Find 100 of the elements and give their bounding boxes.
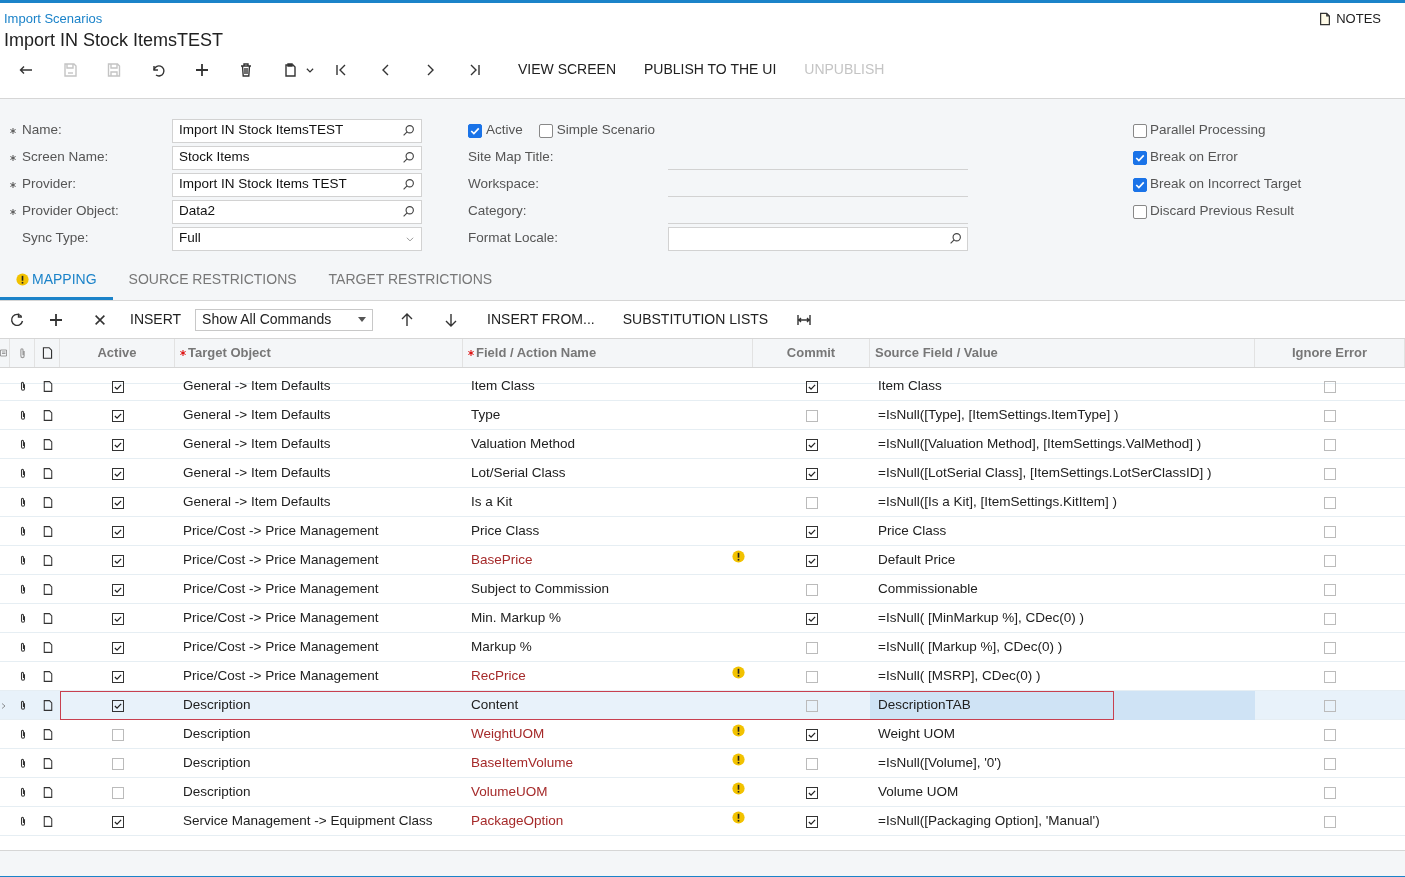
warning-icon [732, 753, 745, 767]
field-label: Screen Name: [22, 148, 110, 167]
toolbar-button[interactable]: PUBLISH TO THE UI [630, 59, 791, 80]
search-icon [949, 232, 962, 245]
checkbox[interactable] [1324, 815, 1336, 828]
checkbox[interactable] [805, 467, 818, 480]
table-cell-text: WeightUOM [470, 725, 545, 744]
column-header[interactable]: Target Object [188, 343, 271, 363]
dropdown-field[interactable]: Full [172, 226, 422, 251]
table-cell-text: VolumeUOM [470, 783, 548, 802]
checkbox[interactable] [1324, 786, 1336, 799]
note-icon [41, 786, 54, 799]
checkbox[interactable] [111, 728, 124, 741]
search-icon [402, 178, 415, 191]
checkbox[interactable]: Discard Previous Result [1133, 201, 1295, 222]
checkbox[interactable] [111, 641, 124, 654]
note-icon [41, 728, 54, 741]
checkbox[interactable] [111, 757, 124, 770]
insert-button[interactable]: INSERT [122, 309, 196, 330]
checkbox[interactable] [1324, 641, 1336, 654]
checkbox[interactable] [805, 641, 818, 654]
checkbox[interactable] [1324, 409, 1336, 422]
column-header[interactable]: Source Field / Value [875, 343, 998, 363]
checkbox[interactable] [111, 612, 124, 625]
checkbox[interactable] [1324, 612, 1336, 625]
table-cell-text: =IsNull( [Markup %], CDec(0) ) [877, 638, 1063, 657]
checkbox[interactable] [805, 670, 818, 683]
checkbox[interactable] [805, 757, 818, 770]
checkbox[interactable] [805, 699, 818, 712]
notes-button[interactable]: NOTES [1304, 9, 1395, 29]
checkbox[interactable] [805, 525, 818, 538]
page-title: Import IN Stock ItemsTEST [4, 28, 225, 51]
checkbox[interactable] [111, 786, 124, 799]
note-icon [41, 641, 54, 654]
table-cell-text: Lot/Serial Class [470, 464, 566, 483]
note-icon [41, 438, 54, 451]
toolbar-button[interactable]: VIEW SCREEN [504, 59, 630, 80]
checkbox[interactable] [111, 583, 124, 596]
lookup-field[interactable]: Import IN Stock Items TEST [172, 172, 422, 197]
checkbox[interactable] [1324, 525, 1336, 538]
checkbox[interactable]: Simple Scenario [538, 120, 656, 141]
column-header[interactable]: Ignore Error [1291, 343, 1368, 363]
checkbox[interactable] [805, 612, 818, 625]
checkbox[interactable]: Active [468, 120, 523, 141]
checkbox[interactable] [111, 438, 124, 451]
table-cell-text: Default Price [877, 551, 956, 570]
lookup-field[interactable]: Import IN Stock ItemsTEST [172, 118, 422, 143]
tab[interactable]: TARGET RESTRICTIONS [312, 262, 509, 300]
checkbox[interactable] [805, 409, 818, 422]
checkbox[interactable]: Break on Error [1133, 147, 1238, 168]
table-cell-text: =IsNull([Type], [ItemSettings.ItemType] ) [877, 406, 1119, 425]
checkbox[interactable] [1324, 670, 1336, 683]
tab[interactable]: SOURCE RESTRICTIONS [112, 262, 313, 300]
column-header[interactable]: Commit [786, 343, 836, 363]
checkbox[interactable] [111, 525, 124, 538]
checkbox[interactable] [112, 699, 124, 712]
checkbox[interactable] [1324, 583, 1336, 596]
table-cell-text: Valuation Method [470, 435, 576, 454]
checkbox[interactable] [805, 728, 818, 741]
checkbox[interactable] [111, 670, 124, 683]
table-cell-text: Weight UOM [877, 725, 956, 744]
breadcrumb-link[interactable]: Import Scenarios [4, 9, 103, 29]
tab[interactable]: MAPPING [0, 262, 113, 300]
checkbox[interactable] [805, 554, 818, 567]
checkbox[interactable] [805, 786, 818, 799]
checkbox[interactable] [1324, 467, 1336, 480]
table-cell-text: DescriptionTAB [877, 696, 971, 715]
lookup-field[interactable]: Stock Items [172, 145, 422, 170]
checkbox[interactable] [1324, 554, 1336, 567]
filter-dropdown[interactable]: Show All Commands [195, 308, 374, 331]
checkbox[interactable] [1324, 438, 1336, 451]
field-label: Provider: [22, 175, 78, 194]
checkbox[interactable] [805, 380, 818, 393]
insert-from-button[interactable]: INSERT FROM... [473, 309, 609, 330]
checkbox[interactable] [1324, 380, 1336, 393]
checkbox[interactable] [111, 467, 124, 480]
checkbox[interactable] [1324, 496, 1336, 509]
checkbox[interactable]: Break on Incorrect Target [1133, 174, 1302, 195]
checkbox[interactable] [111, 380, 124, 393]
column-header[interactable]: Active [97, 343, 137, 363]
checkbox[interactable] [805, 438, 818, 451]
checkbox[interactable] [1324, 757, 1336, 770]
checkbox[interactable] [805, 496, 818, 509]
checkbox[interactable] [111, 409, 124, 422]
note-icon [41, 815, 54, 828]
checkbox[interactable] [111, 815, 124, 828]
column-header[interactable]: Field / Action Name [476, 343, 597, 363]
checkbox[interactable] [111, 554, 124, 567]
lookup-field[interactable] [668, 226, 968, 251]
save-close-icon [62, 61, 78, 78]
checkbox[interactable] [1324, 699, 1336, 712]
substitution-lists-button[interactable]: SUBSTITUTION LISTS [608, 309, 783, 330]
checkbox[interactable] [111, 496, 124, 509]
checkbox[interactable] [805, 815, 818, 828]
checkbox[interactable] [805, 583, 818, 596]
lookup-field[interactable]: Data2 [172, 199, 422, 224]
note-icon [41, 409, 54, 422]
checkbox[interactable] [1324, 728, 1336, 741]
checkbox[interactable]: Parallel Processing [1133, 120, 1266, 141]
table-cell-text: Is a Kit [470, 493, 513, 512]
